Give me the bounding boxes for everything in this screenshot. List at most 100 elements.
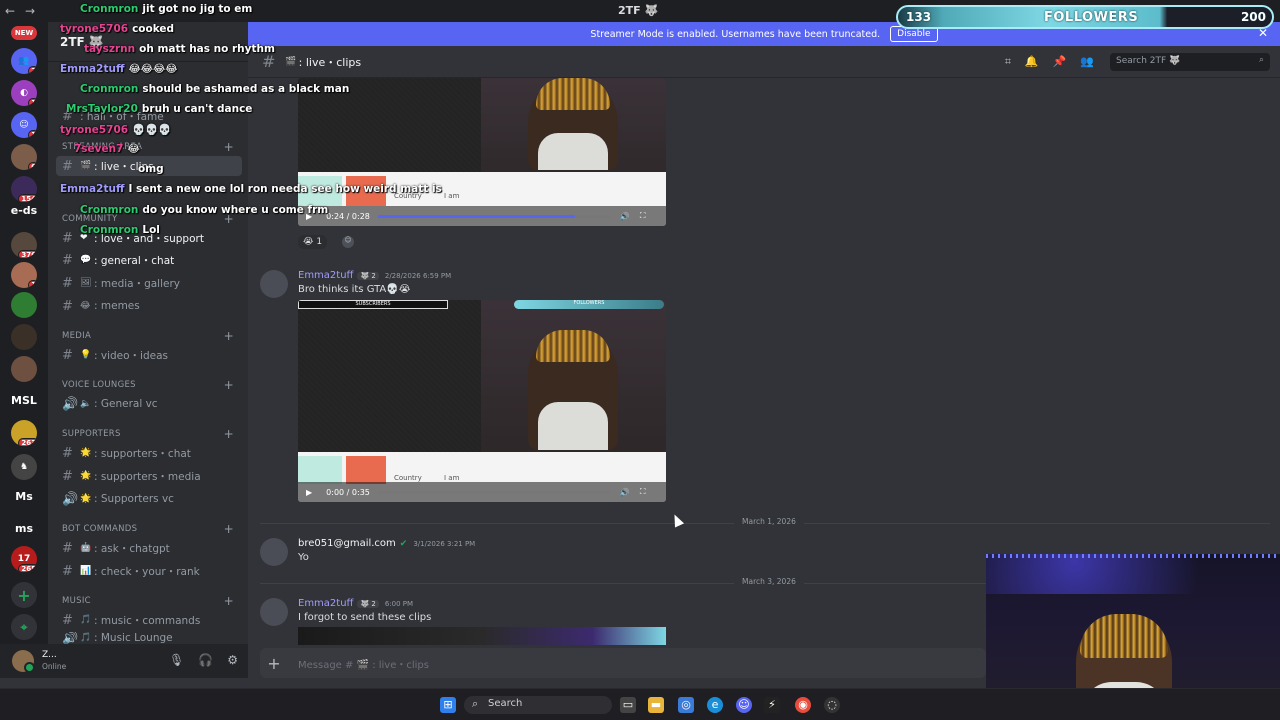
channel-ask-chatgpt[interactable]: # 🤖: ask・chatgpt xyxy=(56,538,242,558)
category-music[interactable]: MUSIC + xyxy=(62,594,242,608)
add-server-icon[interactable]: + xyxy=(11,582,37,608)
add-channel-icon[interactable]: + xyxy=(224,594,234,608)
server-icon[interactable]: ms xyxy=(4,522,44,535)
server-icon[interactable]: 6 xyxy=(11,144,37,170)
headphones-icon[interactable]: 🎧 xyxy=(198,653,213,667)
message-timestamp: 6:00 PM xyxy=(384,600,414,608)
category-voice[interactable]: VOICE LOUNGES + xyxy=(62,378,242,392)
channel-supporters-media[interactable]: # 🌟: supporters・media xyxy=(56,466,242,486)
followers-bar: FOLLOWERS xyxy=(514,300,664,309)
category-bot-commands[interactable]: BOT COMMANDS + xyxy=(62,522,242,536)
search-input[interactable]: Search 2TF 🐺 ⌕ xyxy=(1110,53,1270,71)
settings-gear-icon[interactable]: ⚙ xyxy=(227,653,238,667)
video-player[interactable]: Country I am ▶ 0:24 / 0:28 🔊 ⛶ xyxy=(298,78,666,226)
seek-bar[interactable] xyxy=(377,214,610,218)
server-icon[interactable]: Ms xyxy=(4,490,44,503)
voice-channel-supporters[interactable]: 🔊 🌟: Supporters vc xyxy=(56,489,242,509)
copilot-icon[interactable]: ◎ xyxy=(678,697,694,713)
server-name[interactable]: 2TF 🐺 xyxy=(48,22,248,62)
avatar[interactable] xyxy=(260,270,288,298)
chrome-icon[interactable]: ◉ xyxy=(795,697,811,713)
server-icon[interactable]: 154 xyxy=(11,176,37,202)
channel-supporters-chat[interactable]: # 🌟: supporters・chat xyxy=(56,443,242,463)
server-icon[interactable] xyxy=(11,292,37,318)
server-icon[interactable] xyxy=(11,356,37,382)
threads-icon[interactable]: ⌗ xyxy=(1005,55,1011,69)
channel-love-and-support[interactable]: # ❤: love・and・support xyxy=(56,228,242,248)
server-icon[interactable] xyxy=(11,324,37,350)
edge-icon[interactable]: e xyxy=(707,697,723,713)
video-preview[interactable] xyxy=(298,627,666,645)
server-icon[interactable]: 👥 2 xyxy=(11,48,37,74)
video-time: 0:24 / 0:28 xyxy=(326,211,370,221)
category-community[interactable]: COMMUNITY + xyxy=(62,212,242,226)
server-icon[interactable]: e-ds xyxy=(4,204,44,217)
discord-icon[interactable]: ☺ xyxy=(736,697,752,713)
obs-icon[interactable]: ◌ xyxy=(824,697,840,713)
channel-media-gallery[interactable]: # 🖼: media・gallery xyxy=(56,273,242,293)
fullscreen-icon[interactable]: ⛶ xyxy=(640,211,646,221)
message-author[interactable]: Emma2tuff xyxy=(298,598,353,609)
explore-icon[interactable]: ⌖ xyxy=(11,614,37,640)
file-explorer-icon[interactable]: ▬ xyxy=(648,697,664,713)
subscribers-bar: SUBSCRIBERS xyxy=(298,300,448,309)
add-channel-icon[interactable]: + xyxy=(224,140,234,154)
category-supporters[interactable]: SUPPORTERS + xyxy=(62,427,242,441)
add-channel-icon[interactable]: + xyxy=(224,427,234,441)
server-icon[interactable]: 17 265 xyxy=(11,546,37,572)
avatar[interactable] xyxy=(12,650,35,673)
avatar[interactable] xyxy=(260,598,288,626)
video-player[interactable]: SUBSCRIBERS FOLLOWERS Country I am ▶ 0:0… xyxy=(298,300,666,502)
channel-general-chat[interactable]: # 💬: general・chat xyxy=(56,250,242,270)
message-composer[interactable]: + Message # 🎬 : live・clips xyxy=(260,648,986,678)
add-reaction-icon[interactable]: ☺ xyxy=(342,236,354,248)
channel-title: : live・clips xyxy=(298,55,362,69)
app-icon[interactable]: ⚡ xyxy=(764,697,780,713)
server-icon[interactable]: ◐ 1 xyxy=(11,80,37,106)
message-author[interactable]: Emma2tuff xyxy=(298,270,353,281)
play-icon[interactable]: ▶ xyxy=(306,488,312,497)
volume-icon[interactable]: 🔊 xyxy=(620,212,630,221)
channel-hall-of-fame[interactable]: #: hall・of・fame xyxy=(56,106,242,126)
reaction-pill[interactable]: 😭 1 xyxy=(298,235,328,249)
server-icon[interactable]: 263 xyxy=(11,420,37,446)
microphone-icon[interactable]: 🎙 xyxy=(169,653,184,667)
discord-home-icon[interactable]: ☺ 1 xyxy=(11,112,37,138)
avatar[interactable] xyxy=(260,538,288,566)
server-icon[interactable]: MSL xyxy=(4,394,44,407)
date-divider: March 1, 2026 xyxy=(260,517,1270,526)
server-icon[interactable]: 1 xyxy=(11,262,37,288)
channel-sidebar: 2TF 🐺 #: hall・of・fame STREAMING AREA + # 🎬… xyxy=(48,22,248,644)
channel-live-clips[interactable]: # 🎬: live・clips xyxy=(56,156,242,176)
pin-icon[interactable]: 📌 xyxy=(1053,55,1067,69)
voice-channel-general[interactable]: 🔊 🔈: General vc xyxy=(56,394,242,414)
channel-video-ideas[interactable]: # 💡: video・ideas xyxy=(56,345,242,365)
server-icon[interactable]: ♞ xyxy=(11,454,37,480)
seek-bar[interactable] xyxy=(377,490,610,494)
channel-music-commands[interactable]: # 🎵: music・commands xyxy=(56,610,242,630)
add-channel-icon[interactable]: + xyxy=(224,378,234,392)
message-author[interactable]: bre051@gmail.com xyxy=(298,538,396,549)
windows-start-icon[interactable]: ⊞ xyxy=(440,697,456,713)
add-channel-icon[interactable]: + xyxy=(224,522,234,536)
play-icon[interactable]: ▶ xyxy=(306,212,312,221)
bell-icon[interactable]: 🔔 xyxy=(1025,55,1039,69)
user-name[interactable]: Z... Online xyxy=(42,650,66,672)
members-icon[interactable]: 👥 xyxy=(1080,55,1094,69)
fullscreen-icon[interactable]: ⛶ xyxy=(640,487,646,497)
forward-arrow-icon[interactable]: → xyxy=(20,4,40,18)
add-attachment-icon[interactable]: + xyxy=(260,654,288,673)
taskbar-search[interactable]: Search xyxy=(464,696,612,714)
add-channel-icon[interactable]: + xyxy=(224,212,234,226)
server-icon[interactable]: 376 xyxy=(11,232,37,258)
add-channel-icon[interactable]: + xyxy=(224,329,234,343)
task-view-icon[interactable]: ▭ xyxy=(620,697,636,713)
category-media[interactable]: MEDIA + xyxy=(62,329,242,343)
back-arrow-icon[interactable]: ← xyxy=(0,4,20,18)
volume-icon[interactable]: 🔊 xyxy=(620,488,630,497)
voice-channel-music-lounge[interactable]: 🔊 🎵: Music Lounge xyxy=(56,632,242,644)
category-streaming[interactable]: STREAMING AREA + xyxy=(62,140,242,154)
channel-check-your-rank[interactable]: # 📊: check・your・rank xyxy=(56,561,242,581)
channel-memes[interactable]: # 😂: memes xyxy=(56,296,242,316)
new-badge[interactable]: NEW xyxy=(11,26,37,40)
